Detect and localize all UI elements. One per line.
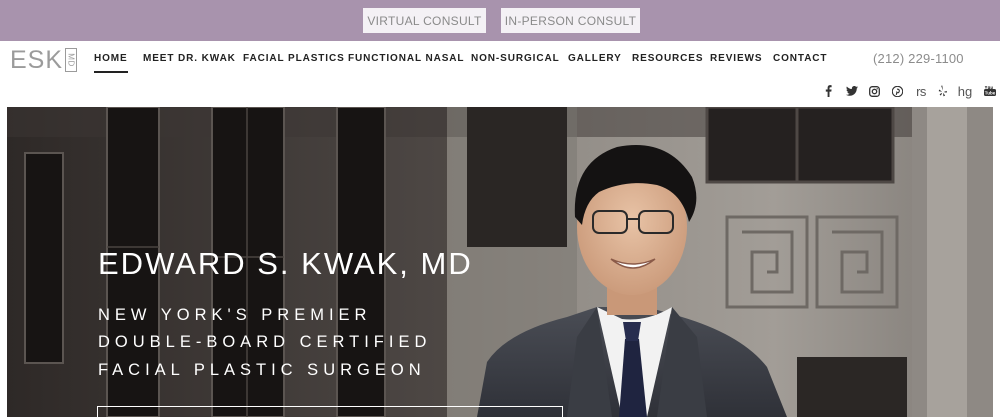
instagram-icon[interactable] <box>868 83 880 99</box>
hero-subtitle-line-3: FACIAL PLASTIC SURGEON <box>98 361 426 379</box>
nav-functional-nasal[interactable]: FUNCTIONAL NASAL <box>348 52 464 66</box>
site-logo[interactable]: ESK MD <box>10 46 78 74</box>
nav-resources[interactable]: RESOURCES <box>632 52 703 66</box>
consult-bar: VIRTUAL CONSULT IN-PERSON CONSULT <box>0 0 1000 41</box>
hero-cta-button[interactable] <box>97 406 563 417</box>
hero-title: EDWARD S. KWAK, MD <box>98 246 473 281</box>
logo-md-badge: MD <box>65 48 78 72</box>
healthgrades-icon[interactable]: hg <box>957 83 973 99</box>
nav-meet-dr-kwak[interactable]: MEET DR. KWAK <box>143 52 236 66</box>
nav-home[interactable]: HOME <box>94 52 128 73</box>
nav-facial-plastics[interactable]: FACIAL PLASTICS <box>243 52 345 66</box>
twitter-icon[interactable] <box>845 83 858 99</box>
hero-subtitle-line-2: DOUBLE-BOARD CERTIFIED <box>98 333 432 351</box>
pinterest-icon[interactable] <box>891 83 903 99</box>
hero-subtitle-line-1: NEW YORK'S PREMIER <box>98 306 372 324</box>
phone-number[interactable]: (212) 229-1100 <box>873 51 964 66</box>
nav-reviews[interactable]: REVIEWS <box>710 52 762 66</box>
nav-contact[interactable]: CONTACT <box>773 52 827 66</box>
nav-non-surgical[interactable]: NON-SURGICAL <box>471 52 560 66</box>
virtual-consult-button[interactable]: VIRTUAL CONSULT <box>363 8 486 33</box>
youtube-icon[interactable]: Tube <box>983 83 996 99</box>
logo-text: ESK <box>10 46 64 74</box>
svg-text:Tube: Tube <box>984 90 995 95</box>
site-header: ESK MD HOME MEET DR. KWAK FACIAL PLASTIC… <box>0 41 1000 107</box>
nav-gallery[interactable]: GALLERY <box>568 52 622 66</box>
hero-banner: EDWARD S. KWAK, MD NEW YORK'S PREMIER DO… <box>7 107 993 417</box>
facebook-icon[interactable] <box>823 83 833 99</box>
in-person-consult-button[interactable]: IN-PERSON CONSULT <box>501 8 640 33</box>
yelp-icon[interactable] <box>937 83 949 99</box>
realself-icon[interactable]: rs <box>913 83 929 99</box>
